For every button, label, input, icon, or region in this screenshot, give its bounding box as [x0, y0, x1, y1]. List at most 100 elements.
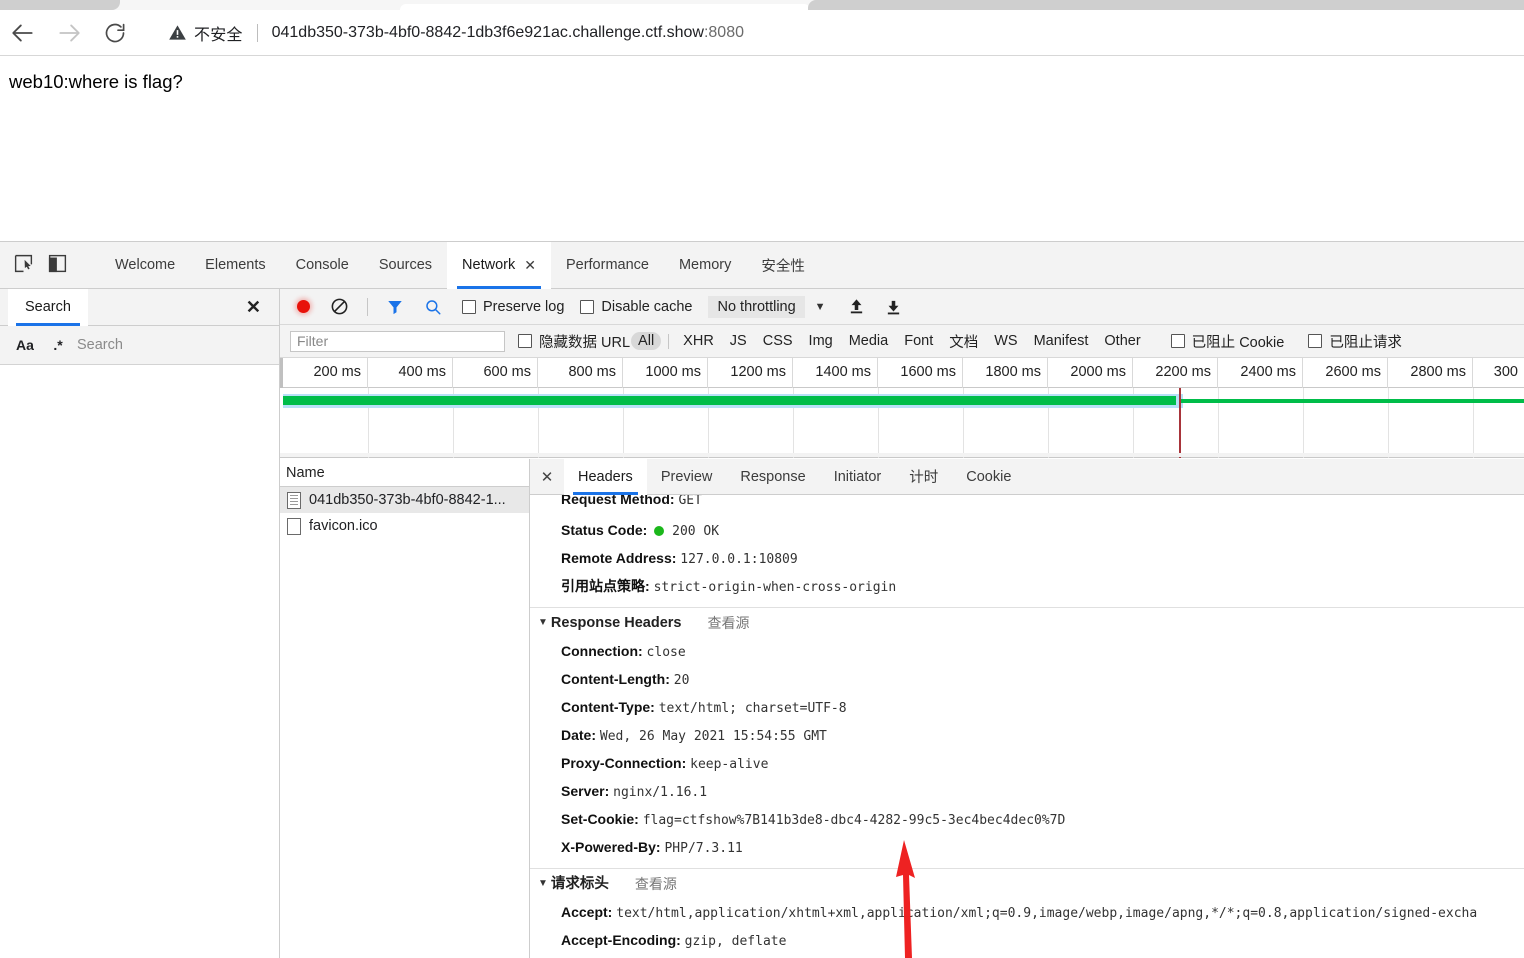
export-har-icon[interactable]: [885, 298, 902, 315]
tab-performance[interactable]: Performance: [551, 242, 664, 289]
record-button-icon[interactable]: [297, 300, 310, 313]
page-body-text: web10:where is flag?: [9, 71, 183, 92]
timeline-tick: 1000 ms: [623, 358, 708, 388]
tab-console[interactable]: Console: [281, 242, 364, 289]
tab-label: 安全性: [761, 258, 805, 275]
network-overview-timeline[interactable]: 200 ms 400 ms 600 ms 800 ms 1000 ms 1200…: [280, 358, 1524, 458]
clear-network-icon[interactable]: [330, 297, 349, 316]
timeline-tick: 1200 ms: [708, 358, 793, 388]
headers-scroll-area[interactable]: Request Method: GET Status Code: 200 OK …: [530, 495, 1524, 958]
tab-headers[interactable]: Headers: [564, 459, 647, 495]
filter-type-ws[interactable]: WS: [987, 332, 1024, 350]
header-row-request-method: Request Method: GET: [530, 495, 1524, 514]
search-magnifier-icon[interactable]: [424, 298, 442, 316]
regex-icon[interactable]: .*: [47, 337, 69, 353]
filter-type-manifest[interactable]: Manifest: [1027, 332, 1096, 350]
close-icon[interactable]: ✕: [524, 258, 536, 272]
header-row-remote-address: Remote Address: 127.0.0.1:10809: [530, 545, 1524, 573]
timeline-tick: 300: [1493, 364, 1518, 380]
table-row[interactable]: 041db350-373b-4bf0-8842-1...: [280, 487, 529, 513]
tab-sources[interactable]: Sources: [364, 242, 447, 289]
reload-button[interactable]: [92, 10, 138, 56]
filter-type-js[interactable]: JS: [723, 332, 754, 350]
browser-tab-right[interactable]: [808, 0, 1524, 10]
tab-label: Elements: [205, 257, 266, 273]
filter-funnel-icon[interactable]: [386, 298, 404, 316]
header-key: X-Powered-By:: [561, 839, 661, 855]
header-value: keep-alive: [690, 757, 769, 772]
tab-label: Headers: [578, 468, 633, 485]
preserve-log-checkbox[interactable]: Preserve log: [462, 299, 564, 315]
hide-data-urls-checkbox[interactable]: 隐藏数据 URL: [518, 331, 630, 352]
tab-cookie[interactable]: Cookie: [952, 459, 1025, 495]
address-bar[interactable]: 不安全 041db350-373b-4bf0-8842-1db3f6e921ac…: [154, 16, 1506, 49]
search-drawer-header: Search ✕: [0, 288, 279, 326]
header-row-server: Server: nginx/1.16.1: [530, 778, 1524, 806]
tab-response[interactable]: Response: [726, 459, 819, 495]
tab-timing[interactable]: 计时: [895, 459, 952, 495]
search-results-area: [0, 365, 279, 958]
browser-tab-left[interactable]: [0, 0, 120, 10]
header-value: text/html,application/xhtml+xml,applicat…: [616, 906, 1478, 921]
filter-input[interactable]: [290, 330, 505, 352]
header-row-accept-encoding: Accept-Encoding: gzip, deflate: [530, 927, 1524, 955]
header-key: Content-Length:: [561, 671, 670, 687]
tab-security[interactable]: 安全性: [746, 242, 820, 289]
network-split: Name 041db350-373b-4bf0-8842-1... favico…: [280, 459, 1524, 958]
tab-network[interactable]: Network ✕: [447, 241, 551, 289]
inspect-element-button[interactable]: [6, 248, 40, 282]
blocked-requests-checkbox[interactable]: 已阻止请求: [1308, 331, 1402, 352]
tab-welcome[interactable]: Welcome: [100, 242, 190, 289]
filter-type-all[interactable]: All: [631, 332, 662, 350]
warning-triangle-icon[interactable]: [168, 23, 187, 42]
filter-type-other[interactable]: Other: [1097, 332, 1147, 350]
request-name: favicon.ico: [309, 518, 378, 534]
header-row-proxy-connection: Proxy-Connection: keep-alive: [530, 750, 1524, 778]
tab-label: Initiator: [833, 468, 882, 485]
tab-elements[interactable]: Elements: [190, 242, 280, 289]
close-detail-icon[interactable]: ✕: [530, 468, 564, 486]
search-input[interactable]: [75, 333, 269, 357]
header-value: 127.0.0.1:10809: [680, 552, 798, 567]
blocked-cookies-label: 已阻止 Cookie: [1191, 334, 1285, 351]
tab-preview[interactable]: Preview: [647, 459, 727, 495]
import-har-icon[interactable]: [848, 298, 865, 315]
status-ok-icon: [654, 526, 665, 536]
filter-type-media[interactable]: Media: [842, 332, 896, 350]
table-row[interactable]: favicon.ico: [280, 513, 529, 539]
match-case-icon[interactable]: Aa: [12, 337, 38, 353]
timeline-tick: 1800 ms: [963, 358, 1048, 388]
filter-type-doc[interactable]: 文档: [942, 330, 985, 353]
filter-type-css[interactable]: CSS: [756, 332, 800, 350]
tab-label: Cookie: [966, 468, 1012, 485]
search-drawer: Search ✕ Aa .*: [0, 288, 280, 958]
forward-button[interactable]: [46, 10, 92, 56]
tab-initiator[interactable]: Initiator: [820, 459, 896, 495]
throttling-select[interactable]: No throttling: [708, 295, 805, 318]
timeline-bottom-edge: [280, 453, 1524, 457]
checkbox-box: [1170, 334, 1185, 348]
chevron-down-icon: ▼: [538, 617, 548, 628]
close-drawer-icon[interactable]: ✕: [246, 298, 261, 316]
chevron-down-icon[interactable]: ▼: [815, 301, 826, 313]
timeline-request-bar: [283, 396, 1176, 405]
filter-type-font[interactable]: Font: [897, 332, 940, 350]
blocked-cookies-checkbox[interactable]: 已阻止 Cookie: [1170, 331, 1285, 352]
back-button[interactable]: [0, 10, 46, 56]
view-source-link[interactable]: 查看源: [707, 608, 749, 638]
tab-search[interactable]: Search: [8, 288, 88, 326]
checkbox-box: [462, 299, 476, 314]
request-headers-section-title[interactable]: ▼ 请求标头 查看源: [530, 869, 1524, 899]
checkbox-box: [518, 334, 532, 348]
tab-memory[interactable]: Memory: [664, 242, 746, 289]
timeline-tick: 1600 ms: [878, 358, 963, 388]
filter-type-img[interactable]: Img: [802, 332, 840, 350]
device-toolbar-button[interactable]: [40, 248, 74, 282]
view-source-link[interactable]: 查看源: [635, 869, 677, 899]
header-key: 引用站点策略:: [561, 578, 650, 594]
filter-type-xhr[interactable]: XHR: [676, 332, 721, 350]
response-headers-section-title[interactable]: ▼ Response Headers 查看源: [530, 608, 1524, 638]
disable-cache-checkbox[interactable]: Disable cache: [580, 299, 692, 315]
request-column-header[interactable]: Name: [280, 459, 529, 487]
tab-label: Welcome: [115, 257, 176, 273]
